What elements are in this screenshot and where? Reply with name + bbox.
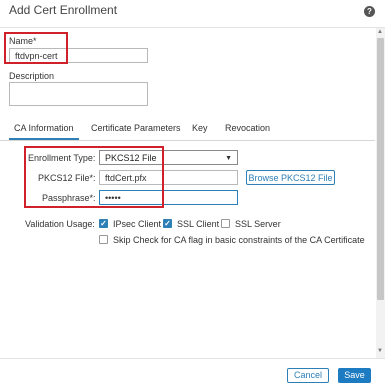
ipsec-client-checkbox[interactable]: ✓ [99,219,108,228]
description-textarea[interactable] [9,82,148,106]
save-button[interactable]: Save [338,368,371,383]
header-divider [0,27,385,28]
ca-info-highlight-box [24,146,164,208]
cancel-button[interactable]: Cancel [287,368,329,383]
ssl-server-label: SSL Server [235,219,281,229]
scrollbar-thumb[interactable] [377,38,384,300]
ssl-server-checkbox[interactable] [221,219,230,228]
add-cert-enrollment-dialog: Add Cert Enrollment ? Name* Description … [0,0,385,390]
validation-usage-label: Validation Usage: [25,219,95,229]
name-highlight-box [4,32,68,64]
tab-key[interactable]: Key [192,123,208,133]
help-icon[interactable]: ? [364,6,375,17]
skip-check-checkbox[interactable] [99,235,108,244]
browse-pkcs12-button[interactable]: Browse PKCS12 File [246,170,335,185]
tab-revocation[interactable]: Revocation [225,123,270,133]
ssl-client-checkbox[interactable]: ✓ [163,219,172,228]
skip-check-label: Skip Check for CA flag in basic constrai… [113,235,365,245]
ssl-client-label: SSL Client [177,219,220,229]
footer-divider [0,358,385,359]
description-label: Description [9,71,55,81]
tab-certificate-parameters[interactable]: Certificate Parameters [91,123,181,133]
tabs-divider [0,140,375,141]
dialog-title: Add Cert Enrollment [9,3,118,17]
scroll-up-icon[interactable]: ▲ [377,29,383,35]
ipsec-client-label: IPsec Client [113,219,162,229]
chevron-down-icon: ▼ [225,155,232,162]
scroll-down-icon[interactable]: ▼ [377,348,383,354]
tab-ca-information[interactable]: CA Information [14,123,74,133]
